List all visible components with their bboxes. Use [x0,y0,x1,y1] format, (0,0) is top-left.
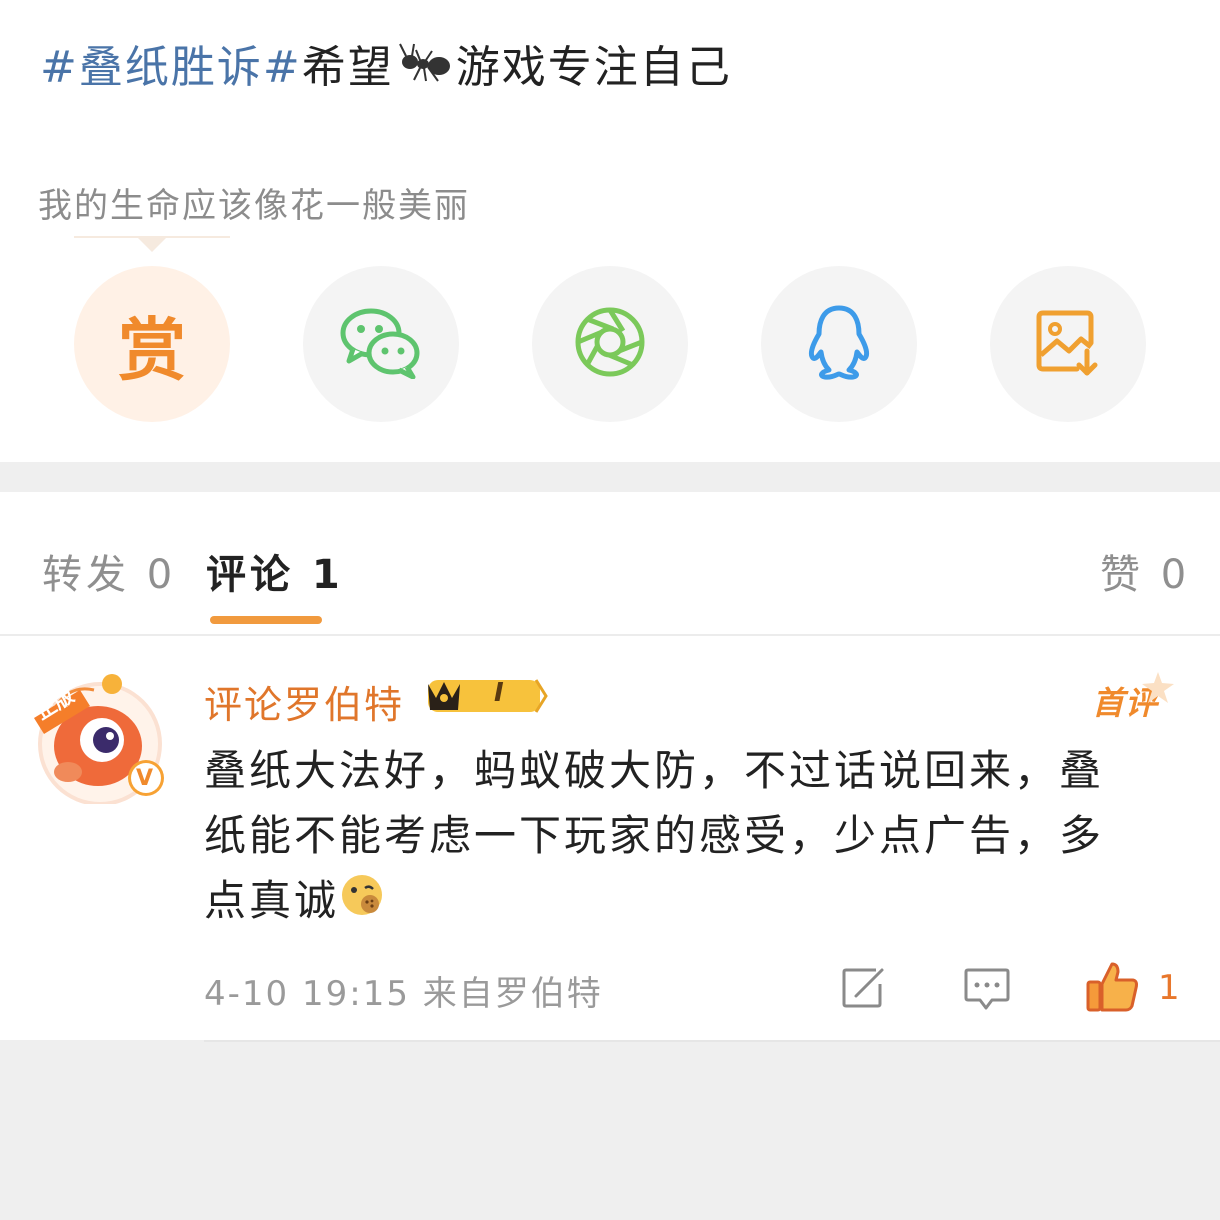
avatar[interactable]: 正版 V [28,654,168,806]
share-icon [842,968,884,1008]
post-text-part-1: 希望 [301,42,394,93]
tab-like[interactable]: 赞 0 [1100,542,1190,600]
comment-item: 正版 V 评论罗伯特 I 首评 叠纸大法好，蚂蚁破大防，不过话说回来，叠纸能不能… [0,636,1220,1040]
moments-share-button[interactable] [532,266,688,422]
reward-tip-arrow [138,238,166,252]
moments-icon [573,305,647,383]
cookie-face-emoji-icon [339,871,385,936]
tab-repost[interactable]: 转发 0 [42,542,176,600]
wechat-icon [339,305,423,383]
reply-button[interactable] [962,966,1012,1016]
post-text-part-2: 游戏专注自己 [455,42,732,93]
wechat-share-button[interactable] [303,266,459,422]
section-gap [0,462,1220,492]
vip-level-badge: I [424,674,550,722]
comment-bottom-divider [204,1040,1220,1042]
vip-level: I [494,678,504,708]
tab-active-indicator [210,616,322,624]
save-image-icon [1033,307,1103,381]
hashtag-link[interactable]: #叠纸胜诉# [40,42,302,93]
like-count: 1 [1158,968,1180,1008]
page: #叠纸胜诉#希望 游戏专注自己 我的生命应该像花一般美丽 赏 转发 0 评论 1… [0,0,1220,1220]
qq-share-button[interactable] [761,266,917,422]
comment-username[interactable]: 评论罗伯特 [204,674,404,729]
tab-comment[interactable]: 评论 1 [206,542,344,600]
reward-button[interactable]: 赏 [74,266,230,422]
thumbs-up-icon [1086,962,1138,1012]
post-text: #叠纸胜诉#希望 游戏专注自己 [40,38,732,100]
verified-v-icon: V [136,766,154,791]
repost-button[interactable] [840,966,888,1014]
post-section: #叠纸胜诉#希望 游戏专注自己 我的生命应该像花一般美丽 赏 [0,0,1220,462]
qq-icon [805,304,873,384]
star-icon [1140,670,1176,710]
post-motto: 我的生命应该像花一般美丽 [38,186,470,226]
like-button[interactable] [1084,960,1140,1018]
tab-bar: 转发 0 评论 1 赞 0 [0,492,1220,634]
comment-body: 叠纸大法好，蚂蚁破大防，不过话说回来，叠纸能不能考虑一下玩家的感受，少点广告，多… [204,738,1124,936]
comment-time-source: 4-10 19:15 来自罗伯特 [204,974,603,1014]
reward-label: 赏 [117,311,186,391]
comment-icon [964,968,1010,1010]
ant-icon [396,40,454,100]
save-image-button[interactable] [990,266,1146,422]
